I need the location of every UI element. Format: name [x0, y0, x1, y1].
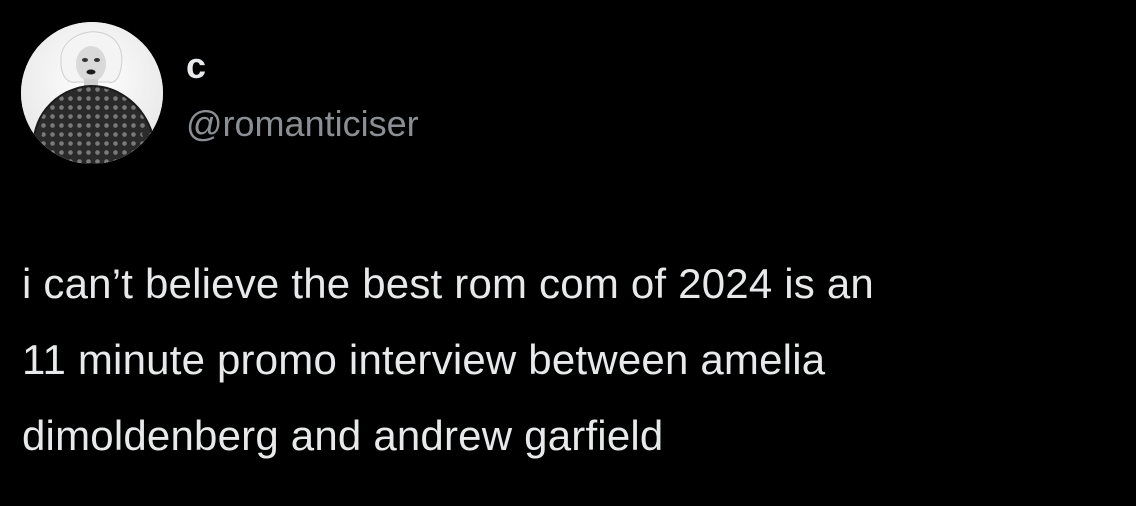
- tweet-text: i can’t believe the best rom com of 2024…: [22, 246, 1122, 474]
- user-handle[interactable]: @romanticiser: [186, 100, 419, 148]
- tweet-card: c @romanticiser i can’t believe the best…: [0, 0, 1136, 506]
- tweet-text-line: i can’t believe the best rom com of 2024…: [22, 260, 874, 307]
- tweet-text-line: 11 minute promo interview between amelia: [22, 336, 826, 383]
- tweet-text-line: dimoldenberg and andrew garfield: [22, 412, 664, 459]
- profile-photo-icon: [21, 22, 163, 164]
- display-name[interactable]: c: [186, 44, 206, 88]
- avatar[interactable]: [21, 22, 163, 164]
